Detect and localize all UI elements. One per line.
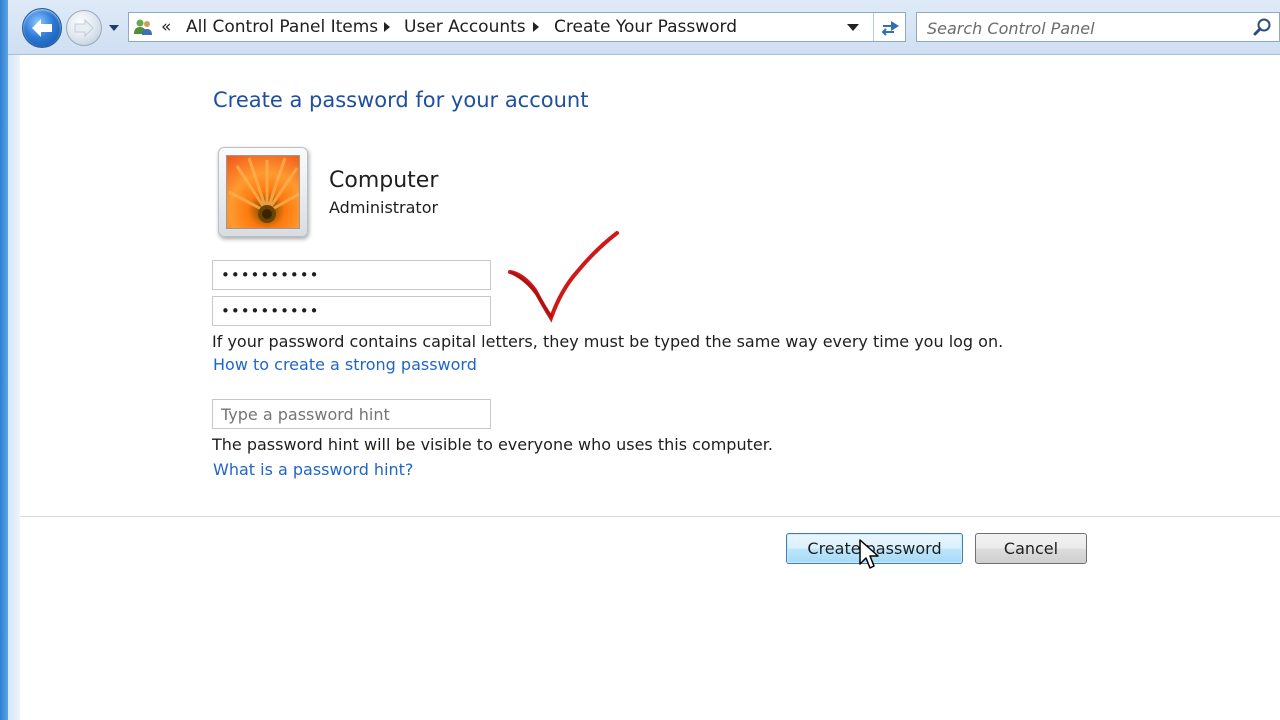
user-accounts-icon bbox=[134, 19, 152, 35]
window-left-edge bbox=[0, 0, 8, 720]
password-hint-note: The password hint will be visible to eve… bbox=[212, 435, 773, 454]
forward-button[interactable] bbox=[66, 10, 102, 46]
flower-picture-icon bbox=[226, 155, 300, 229]
breadcrumb-overflow-chevron[interactable]: « bbox=[161, 17, 171, 37]
breadcrumb-create-your-password[interactable]: Create Your Password bbox=[554, 17, 737, 37]
back-arrow-icon bbox=[32, 19, 52, 37]
address-history-chevron-down-icon[interactable] bbox=[847, 24, 859, 31]
account-name: Computer bbox=[329, 168, 439, 193]
address-bar[interactable]: « All Control Panel Items User Accounts … bbox=[128, 12, 906, 42]
window-left-border bbox=[8, 0, 20, 720]
breadcrumb-user-accounts[interactable]: User Accounts bbox=[404, 17, 526, 37]
account-avatar bbox=[218, 147, 308, 237]
breadcrumb-separator-arrow-icon[interactable] bbox=[384, 22, 390, 32]
red-checkmark-icon bbox=[508, 231, 619, 323]
search-icon[interactable] bbox=[1253, 17, 1273, 37]
account-type: Administrator bbox=[329, 198, 439, 217]
refresh-arrows-icon bbox=[881, 21, 899, 36]
button-area-divider bbox=[20, 516, 1280, 517]
chevron-down-icon bbox=[109, 25, 119, 31]
new-password-field[interactable] bbox=[212, 260, 491, 290]
breadcrumb-separator-arrow-icon[interactable] bbox=[533, 22, 539, 32]
cancel-button[interactable]: Cancel bbox=[975, 533, 1087, 564]
refresh-button[interactable] bbox=[873, 13, 907, 41]
capital-letters-note: If your password contains capital letter… bbox=[212, 332, 1004, 351]
breadcrumb-all-control-panel-items[interactable]: All Control Panel Items bbox=[186, 17, 378, 37]
password-hint-help-link[interactable]: What is a password hint? bbox=[213, 460, 413, 479]
password-hint-field[interactable] bbox=[212, 399, 491, 429]
page-title: Create a password for your account bbox=[213, 88, 589, 112]
mouse-pointer-icon bbox=[859, 539, 879, 569]
forward-arrow-icon bbox=[74, 18, 94, 38]
confirm-password-field[interactable] bbox=[212, 296, 491, 326]
strong-password-help-link[interactable]: How to create a strong password bbox=[213, 355, 477, 374]
back-button[interactable] bbox=[22, 8, 62, 48]
search-box[interactable] bbox=[916, 12, 1280, 42]
recent-pages-dropdown[interactable] bbox=[106, 20, 122, 34]
search-input[interactable] bbox=[925, 16, 1239, 40]
